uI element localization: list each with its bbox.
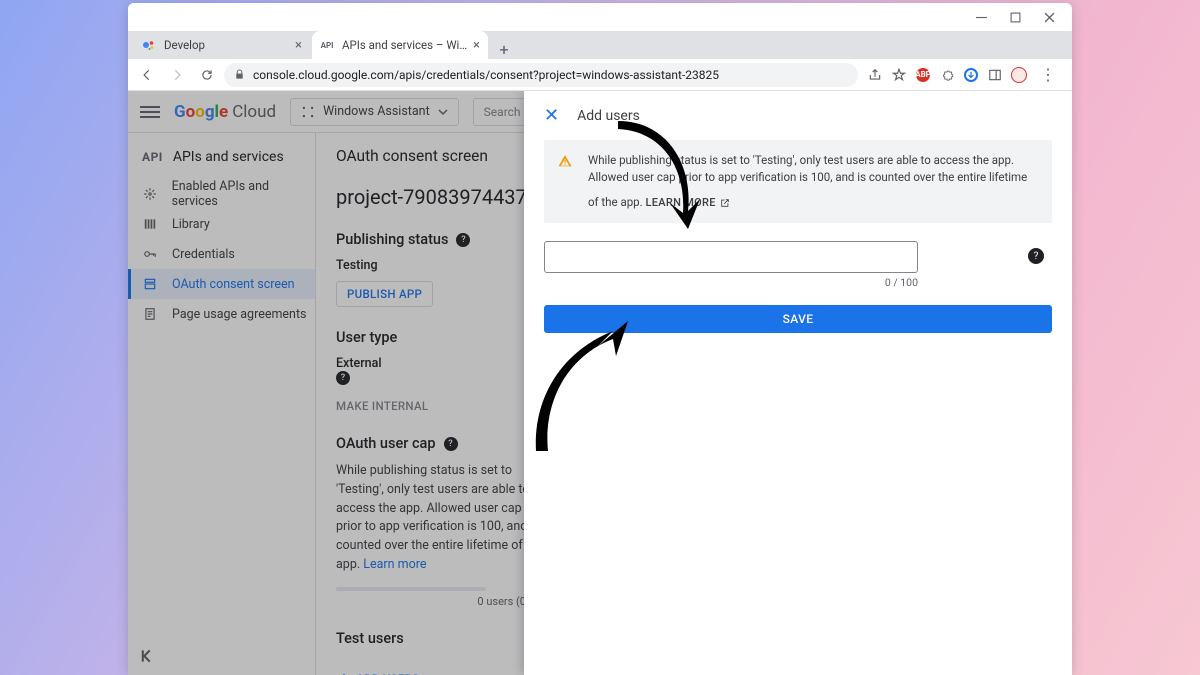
tab-title: Develop	[164, 38, 289, 52]
char-counter: 0 / 100	[544, 276, 918, 289]
window-minimize-button[interactable]	[964, 4, 998, 30]
tab-close-icon[interactable]: ×	[467, 38, 480, 53]
extensions-icon[interactable]	[938, 66, 956, 84]
address-field[interactable]: console.cloud.google.com/apis/credential…	[224, 63, 858, 87]
lock-icon	[234, 69, 245, 80]
browser-tab-api[interactable]: API APIs and services – Windows Ass… ×	[312, 31, 488, 59]
nav-reload-button[interactable]	[194, 62, 220, 88]
chrome-window: Develop × API APIs and services – Window…	[128, 3, 1072, 675]
profile-avatar[interactable]	[1010, 66, 1028, 84]
panel-close-button[interactable]: ✕	[544, 105, 559, 126]
browser-menu-button[interactable]: ⋮	[1034, 65, 1062, 84]
tab-title: APIs and services – Windows Ass…	[342, 38, 467, 52]
assistant-icon	[142, 38, 156, 52]
annotation-arrow-down	[588, 111, 708, 275]
bookmark-star-icon[interactable]	[890, 66, 908, 84]
help-icon[interactable]: ?	[1028, 248, 1044, 264]
adblock-icon[interactable]: ABP	[914, 66, 932, 84]
panel-icon[interactable]	[986, 66, 1004, 84]
window-close-button[interactable]	[1032, 4, 1066, 30]
browser-tab-develop[interactable]: Develop ×	[134, 31, 310, 59]
api-favicon-icon: API	[320, 38, 334, 52]
tab-strip: Develop × API APIs and services – Window…	[128, 31, 1072, 59]
download-icon[interactable]	[962, 66, 980, 84]
nav-back-button[interactable]	[134, 62, 160, 88]
tab-close-icon[interactable]: ×	[289, 38, 302, 53]
page-viewport: Google Cloud Windows Assistant Search (/…	[128, 91, 1072, 675]
external-link-icon	[720, 198, 730, 208]
modal-scrim[interactable]	[128, 91, 524, 675]
new-tab-button[interactable]: +	[490, 40, 518, 59]
window-maximize-button[interactable]	[998, 4, 1032, 30]
share-icon[interactable]	[866, 66, 884, 84]
nav-forward-button[interactable]	[164, 62, 190, 88]
url-text: console.cloud.google.com/apis/credential…	[253, 68, 719, 82]
address-bar: console.cloud.google.com/apis/credential…	[128, 59, 1072, 91]
annotation-arrow-up	[518, 301, 638, 465]
extension-icons: ABP ⋮	[862, 65, 1066, 84]
window-titlebar	[128, 3, 1072, 31]
warning-icon	[558, 154, 572, 173]
